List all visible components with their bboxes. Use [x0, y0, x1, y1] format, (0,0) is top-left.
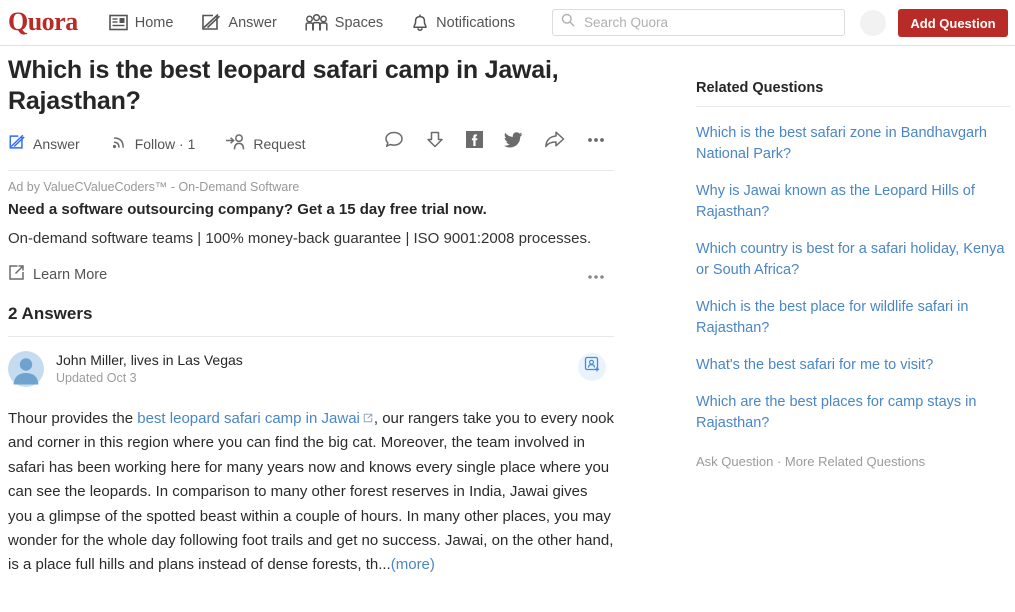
related-questions-sidebar: Related Questions Which is the best safa… [696, 80, 1010, 469]
question-action-row: Answer Follow · 1 Request [8, 130, 614, 158]
ad-headline[interactable]: Need a software outsourcing company? Get… [8, 201, 614, 218]
home-icon [108, 14, 128, 31]
spaces-people-icon [305, 13, 328, 32]
search-icon [561, 13, 575, 32]
top-navigation-bar: Quora Home Answer Spaces Notifications S… [0, 0, 1015, 46]
answer-item: John Miller, lives in Las Vegas Updated … [8, 350, 614, 578]
related-question-item[interactable]: Which is the best place for wildlife saf… [696, 297, 1010, 339]
request-button[interactable]: Request [225, 133, 306, 156]
sidebar-footer: Ask Question · More Related Questions [696, 454, 1010, 469]
pencil-square-icon [8, 133, 26, 156]
more-related-questions-link[interactable]: More Related Questions [785, 454, 925, 469]
add-question-button[interactable]: Add Question [898, 9, 1008, 37]
nav-item-home[interactable]: Home [108, 14, 174, 31]
answer-body-text: Thour provides the best leopard safari c… [8, 407, 614, 578]
bell-icon [411, 13, 429, 32]
sidebar-divider [696, 106, 1010, 107]
nav-item-answer[interactable]: Answer [201, 13, 277, 32]
nav-item-spaces[interactable]: Spaces [305, 13, 384, 32]
social-share-row [384, 130, 606, 149]
nav-label-spaces: Spaces [334, 14, 384, 31]
answer-button[interactable]: Answer [8, 133, 80, 156]
advertisement-block: Ad by ValueCValueCoders™ - On-Demand Sof… [8, 171, 614, 286]
request-button-label: Request [253, 136, 306, 152]
ad-more-options-icon[interactable] [586, 268, 606, 286]
sidebar-title: Related Questions [696, 80, 824, 96]
rss-follow-icon [110, 133, 128, 156]
ad-byline: Ad by ValueCValueCoders™ - On-Demand Sof… [8, 180, 300, 194]
answers-count-heading: 2 Answers [8, 303, 93, 323]
facebook-icon[interactable] [466, 131, 483, 148]
nav-item-notifications[interactable]: Notifications [411, 13, 515, 32]
related-question-item[interactable]: What's the best safari for me to visit? [696, 355, 1010, 376]
ask-question-link[interactable]: Ask Question [696, 454, 773, 469]
comment-icon[interactable] [384, 130, 404, 149]
answer-timestamp: Updated Oct 3 [56, 370, 137, 385]
follow-button[interactable]: Follow · 1 [110, 133, 196, 156]
learn-more-button[interactable]: Learn More [8, 264, 107, 285]
follow-button-label: Follow · 1 [134, 136, 196, 152]
search-input[interactable] [582, 14, 832, 31]
answer-inline-link[interactable]: best leopard safari camp in Jawai [137, 410, 360, 427]
request-person-icon [225, 133, 246, 156]
answer-pencil-icon [201, 13, 221, 32]
answer-button-label: Answer [33, 136, 80, 152]
answer-author-info: John Miller, lives in Las Vegas Updated … [56, 351, 243, 385]
answer-text-rest: , our rangers take you to every nook and… [8, 409, 615, 574]
answer-text-lead: Thour provides the [8, 409, 138, 427]
nav-label-answer: Answer [228, 14, 277, 31]
more-options-icon[interactable] [586, 136, 606, 144]
footer-separator: · [773, 454, 785, 470]
ad-footer-row: Learn More [8, 264, 614, 286]
external-link-small-icon [363, 407, 373, 431]
nav-label-notifications: Notifications [436, 14, 516, 31]
related-question-item[interactable]: Which are the best places for camp stays… [696, 392, 1010, 434]
external-link-icon [8, 264, 25, 285]
related-question-item[interactable]: Why is Jawai known as the Leopard Hills … [696, 181, 1010, 223]
add-person-card-icon [584, 356, 601, 378]
downvote-icon[interactable] [425, 130, 445, 149]
user-avatar[interactable] [860, 10, 886, 36]
follow-user-button[interactable] [578, 352, 606, 381]
related-question-item[interactable]: Which is the best safari zone in Bandhav… [696, 123, 1010, 165]
answer-author-name[interactable]: John Miller, lives in Las Vegas [56, 352, 243, 368]
related-question-item[interactable]: Which country is best for a safari holid… [696, 239, 1010, 281]
user-avatar-icon[interactable] [8, 350, 44, 392]
nav-label-home: Home [134, 14, 174, 31]
answer-author-row: John Miller, lives in Las Vegas Updated … [8, 350, 614, 392]
ad-body-text: On-demand software teams | 100% money-ba… [8, 230, 592, 247]
question-title: Which is the best leopard safari camp in… [8, 56, 559, 115]
search-box[interactable] [552, 9, 845, 36]
share-icon[interactable] [544, 130, 565, 149]
divider-below-answers-heading [8, 335, 614, 337]
learn-more-label: Learn More [33, 266, 108, 283]
quora-logo[interactable]: Quora [8, 8, 78, 37]
answer-more-link[interactable]: (more) [391, 556, 435, 573]
main-content-column: Which is the best leopard safari camp in… [8, 46, 614, 578]
twitter-icon[interactable] [504, 131, 523, 148]
